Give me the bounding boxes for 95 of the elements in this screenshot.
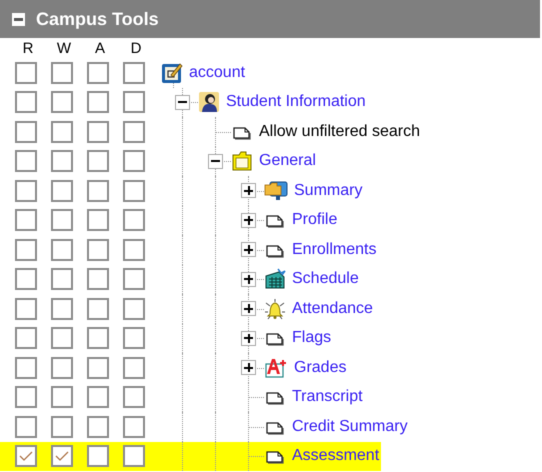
permission-checkbox[interactable]: [87, 445, 109, 468]
permission-checkbox[interactable]: [15, 209, 37, 232]
permission-checkbox[interactable]: [15, 150, 37, 172]
permission-checkbox[interactable]: [123, 62, 145, 84]
permission-checkbox[interactable]: [123, 445, 145, 468]
permission-checkbox[interactable]: [51, 238, 73, 261]
tree-link[interactable]: Summary: [294, 178, 362, 203]
expand-icon[interactable]: [241, 272, 256, 287]
permission-checkbox[interactable]: [87, 356, 109, 379]
column-heading: D: [130, 40, 142, 56]
permission-checkbox[interactable]: [15, 180, 37, 202]
tree-link[interactable]: account: [189, 60, 246, 85]
expand-icon[interactable]: [241, 360, 256, 376]
tree-link[interactable]: Profile: [292, 208, 338, 232]
permission-checkbox[interactable]: [87, 416, 109, 438]
permission-checkbox[interactable]: [123, 120, 145, 143]
permission-checkbox[interactable]: [123, 386, 145, 408]
permission-checkbox[interactable]: [51, 327, 73, 350]
permission-checkbox[interactable]: [87, 180, 109, 202]
permission-checkbox[interactable]: [15, 416, 37, 438]
checkmark-icon: [18, 449, 34, 464]
permission-checkbox[interactable]: [123, 150, 145, 172]
monitor-folder-icon: [264, 180, 288, 202]
tree-link[interactable]: Flags: [292, 326, 332, 350]
permission-checkbox[interactable]: [51, 268, 73, 290]
permission-checkbox[interactable]: [51, 180, 73, 202]
permission-checkbox[interactable]: [51, 62, 73, 84]
expand-icon[interactable]: [241, 301, 256, 316]
column-heading: W: [56, 40, 72, 56]
permission-checkbox[interactable]: [87, 150, 109, 172]
permission-checkbox[interactable]: [15, 327, 37, 350]
collapse-icon[interactable]: [12, 12, 25, 26]
permission-checkbox[interactable]: [87, 327, 109, 350]
calendar-icon: [264, 268, 286, 290]
permission-checkbox[interactable]: [87, 209, 109, 232]
grade-icon: [264, 356, 288, 379]
collapse-icon[interactable]: [208, 154, 223, 169]
folder-icon: [231, 150, 253, 172]
bell-icon: [264, 298, 286, 320]
expand-icon[interactable]: [241, 330, 256, 346]
expand-icon[interactable]: [241, 212, 256, 228]
permission-checkbox[interactable]: [51, 416, 73, 438]
permission-checkbox[interactable]: [15, 386, 37, 408]
permission-checkbox[interactable]: [123, 268, 145, 290]
tree-link[interactable]: Transcript: [292, 385, 363, 410]
permission-checkbox[interactable]: [123, 91, 145, 114]
permission-checkbox[interactable]: [15, 91, 37, 114]
permission-checkbox[interactable]: [15, 238, 37, 261]
tree-link[interactable]: Grades: [294, 356, 346, 380]
permission-checkbox[interactable]: [51, 91, 73, 114]
checkmark-icon: [54, 449, 70, 464]
permission-checkbox[interactable]: [123, 356, 145, 379]
permission-checkbox[interactable]: [123, 238, 145, 261]
highlighted-row[interactable]: Assessment: [0, 442, 382, 471]
column-heading: R: [22, 40, 34, 56]
permission-checkbox[interactable]: [51, 209, 73, 232]
permission-checkbox[interactable]: [87, 62, 109, 84]
panel-title: Campus Tools: [36, 8, 159, 31]
permission-checkbox[interactable]: [15, 62, 37, 84]
collapse-icon[interactable]: [175, 94, 190, 110]
permission-checkbox[interactable]: [15, 298, 37, 320]
permission-checkbox[interactable]: [51, 356, 73, 379]
tree-link[interactable]: Schedule: [292, 267, 359, 292]
tree-link[interactable]: Attendance: [292, 296, 373, 321]
tree-link[interactable]: Student Information: [226, 90, 366, 114]
permission-checkbox[interactable]: [51, 120, 73, 143]
permission-checkbox[interactable]: [87, 298, 109, 320]
permission-checkbox[interactable]: [123, 416, 145, 438]
tree-link[interactable]: General: [259, 149, 316, 174]
tree-link[interactable]: Credit Summary: [292, 414, 408, 439]
column-heading: A: [94, 40, 105, 56]
permission-checkbox[interactable]: [123, 327, 145, 350]
permission-checkbox[interactable]: [15, 120, 37, 143]
permission-checkbox[interactable]: [51, 150, 73, 172]
tree-link[interactable]: Assessment: [292, 444, 380, 468]
permission-checkbox[interactable]: [123, 209, 145, 232]
permission-checkbox[interactable]: [51, 445, 73, 468]
permission-checkbox[interactable]: [15, 445, 37, 468]
permission-checkbox[interactable]: [87, 386, 109, 408]
permission-checkbox[interactable]: [123, 298, 145, 320]
permission-checkbox[interactable]: [87, 238, 109, 261]
permission-checkbox[interactable]: [15, 356, 37, 379]
expand-icon[interactable]: [241, 183, 256, 198]
person-icon: [198, 91, 220, 114]
permission-checkbox[interactable]: [51, 386, 73, 408]
expand-icon[interactable]: [241, 242, 256, 258]
permission-checkbox[interactable]: [87, 120, 109, 143]
permission-checkbox[interactable]: [87, 268, 109, 290]
permission-checkbox[interactable]: [87, 91, 109, 114]
tree-label: Allow unfiltered search: [259, 122, 420, 142]
permission-checkbox[interactable]: [15, 268, 37, 290]
permission-checkbox[interactable]: [51, 298, 73, 320]
tree-link[interactable]: Enrollments: [292, 238, 376, 262]
notepad-icon: [161, 62, 183, 84]
permission-checkbox[interactable]: [123, 180, 145, 202]
